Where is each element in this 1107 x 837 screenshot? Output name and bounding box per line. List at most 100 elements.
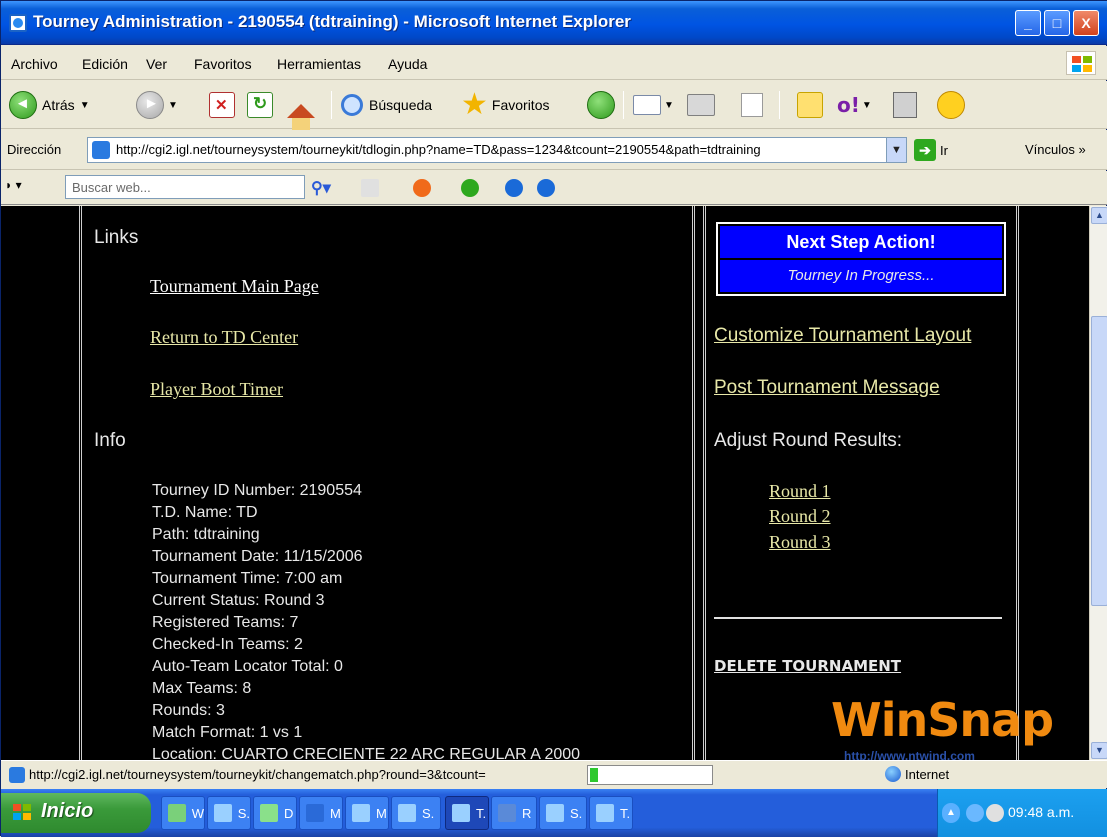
search-toolbar: ◗ ▾ Buscar web... ⚲▾ — [1, 171, 1107, 205]
post-message-link[interactable]: Post Tournament Message — [714, 377, 940, 399]
info-rounds: Rounds: 3 — [152, 702, 225, 719]
scroll-thumb[interactable] — [1091, 316, 1107, 606]
windows-logo-icon — [1066, 51, 1096, 75]
links-toolbar-button[interactable]: Vínculos » — [1025, 142, 1086, 157]
favorites-button[interactable]: ★ Favoritos — [461, 88, 549, 122]
settings-tray-icon[interactable] — [986, 804, 1004, 822]
go-arrow-icon: ➔ — [914, 139, 936, 161]
maximize-button[interactable]: □ — [1044, 10, 1070, 36]
tray-expand-icon[interactable]: ▲ — [942, 803, 960, 823]
taskbar-task-button[interactable]: S. — [539, 796, 587, 830]
search-button[interactable]: Búsqueda — [341, 88, 432, 122]
stop-icon — [209, 92, 235, 118]
notes-button[interactable] — [797, 88, 823, 122]
network-icon[interactable] — [966, 804, 984, 822]
customize-layout-link[interactable]: Customize Tournament Layout — [714, 325, 971, 347]
minimize-button[interactable]: _ — [1015, 10, 1041, 36]
web-search-input[interactable]: Buscar web... — [65, 175, 305, 199]
close-button[interactable]: X — [1073, 10, 1099, 36]
menu-edicion[interactable]: Edición — [82, 56, 128, 72]
info-date: Tournament Date: 11/15/2006 — [152, 548, 363, 565]
start-label: Inicio — [41, 800, 94, 822]
chevron-down-icon: ▼ — [79, 99, 90, 111]
add-icon[interactable] — [461, 179, 479, 197]
status-text: http://cgi2.igl.net/tourneysystem/tourne… — [29, 767, 486, 782]
taskbar-task-button[interactable]: M — [299, 796, 343, 830]
info-checked-in-teams: Checked-In Teams: 2 — [152, 636, 303, 653]
address-bar: Dirección http://cgi2.igl.net/tourneysys… — [1, 130, 1107, 170]
title-bar[interactable]: Tourney Administration - 2190554 (tdtrai… — [1, 1, 1107, 45]
links-label: Vínculos — [1025, 142, 1075, 157]
forward-arrow-icon — [136, 91, 164, 119]
menu-archivo[interactable]: Archivo — [11, 56, 58, 72]
research-icon — [893, 92, 917, 118]
yahoo-button[interactable]: o! ▼ — [837, 88, 872, 122]
app-icon — [596, 804, 614, 822]
scroll-down-icon[interactable]: ▼ — [1091, 742, 1107, 759]
player-boot-timer-link[interactable]: Player Boot Timer — [150, 379, 283, 400]
info-icon[interactable] — [505, 179, 523, 197]
left-column: Links Tournament Main Page Return to TD … — [79, 206, 695, 760]
clock[interactable]: 09:48 a.m. — [1008, 804, 1074, 820]
app-icon — [168, 804, 186, 822]
address-dropdown-icon[interactable]: ▼ — [886, 138, 906, 162]
scroll-up-icon[interactable]: ▲ — [1091, 207, 1107, 224]
delete-tournament-link[interactable]: DELETE TOURNAMENT — [714, 657, 901, 675]
mail-button[interactable]: ▼ — [633, 88, 674, 122]
search-go-icon[interactable]: ⚲▾ — [311, 178, 331, 198]
messenger-button[interactable] — [937, 88, 965, 122]
menu-ayuda[interactable]: Ayuda — [388, 56, 427, 72]
taskbar-task-button[interactable]: M — [345, 796, 389, 830]
status-bar: http://cgi2.igl.net/tourneysystem/tourne… — [1, 760, 1107, 788]
globe-icon — [885, 766, 901, 782]
back-button[interactable]: Atrás ▼ — [9, 88, 90, 122]
progress-bar — [587, 765, 713, 785]
progress-fill — [590, 768, 598, 782]
info-registered-teams: Registered Teams: 7 — [152, 614, 299, 631]
taskbar-task-button[interactable]: R — [491, 796, 537, 830]
toolbar-menu-icon[interactable]: ◗ ▾ — [5, 178, 22, 192]
star-icon: ★ — [461, 88, 488, 121]
taskbar-task-button[interactable]: S. — [207, 796, 251, 830]
info-td-name: T.D. Name: TD — [152, 504, 258, 521]
start-button[interactable]: Inicio — [1, 793, 151, 833]
highlight-icon[interactable] — [361, 179, 379, 197]
forward-button[interactable]: ▼ — [136, 88, 178, 122]
print-button[interactable] — [687, 88, 715, 122]
edit-button[interactable] — [741, 88, 763, 122]
security-zone: Internet — [905, 767, 950, 782]
round-3-link[interactable]: Round 3 — [769, 532, 831, 553]
menu-herramientas[interactable]: Herramientas — [277, 56, 361, 72]
sticky-note-icon — [797, 92, 823, 118]
bookmark-icon[interactable] — [413, 179, 431, 197]
go-button[interactable]: ➔ Ir — [914, 139, 948, 161]
help-icon[interactable] — [537, 179, 555, 197]
tournament-main-page-link[interactable]: Tournament Main Page — [150, 276, 319, 297]
taskbar-task-button[interactable]: S. — [391, 796, 441, 830]
address-input[interactable]: http://cgi2.igl.net/tourneysystem/tourne… — [87, 137, 907, 163]
task-label: S. — [570, 805, 583, 821]
address-url[interactable]: http://cgi2.igl.net/tourneysystem/tourne… — [116, 142, 761, 157]
vertical-scrollbar[interactable]: ▲ ▼ — [1089, 206, 1107, 760]
round-1-link[interactable]: Round 1 — [769, 481, 831, 502]
return-to-td-center-link[interactable]: Return to TD Center — [150, 327, 298, 348]
links-heading: Links — [94, 227, 139, 248]
stop-button[interactable] — [209, 88, 235, 122]
taskbar-task-button[interactable]: D — [253, 796, 297, 830]
app-icon — [498, 804, 516, 822]
taskbar-task-button[interactable]: T. — [589, 796, 633, 830]
menu-ver[interactable]: Ver — [146, 56, 167, 72]
refresh-button[interactable] — [247, 88, 273, 122]
printer-icon — [687, 94, 715, 116]
magnifier-icon — [341, 94, 363, 116]
menu-favoritos[interactable]: Favoritos — [194, 56, 252, 72]
research-button[interactable] — [893, 88, 917, 122]
taskbar-task-button[interactable]: W — [161, 796, 205, 830]
back-arrow-icon — [9, 91, 37, 119]
window-title: Tourney Administration - 2190554 (tdtrai… — [33, 12, 631, 31]
next-step-title: Next Step Action! — [720, 226, 1002, 258]
app-icon — [546, 804, 564, 822]
history-button[interactable] — [587, 88, 615, 122]
round-2-link[interactable]: Round 2 — [769, 506, 831, 527]
taskbar-task-button[interactable]: T. — [445, 796, 489, 830]
